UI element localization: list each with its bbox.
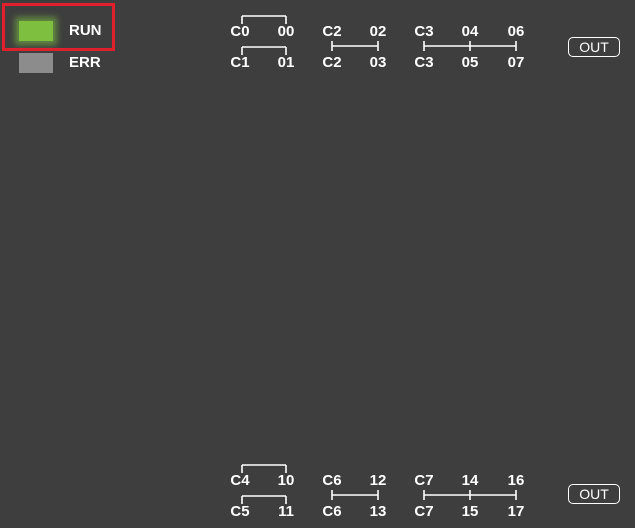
- terminal-label: C6: [322, 472, 342, 489]
- terminal-label: C7: [414, 503, 434, 520]
- terminal-label: C2: [322, 23, 342, 40]
- terminal-label: 02: [369, 23, 387, 40]
- terminal-label: C4: [230, 472, 250, 489]
- terminal-bracket-lines: [241, 15, 517, 504]
- top-out-button[interactable]: OUT: [568, 37, 620, 57]
- terminal-label: C3: [414, 54, 434, 71]
- terminal-label: C3: [414, 23, 434, 40]
- terminal-label: 11: [278, 503, 294, 520]
- terminal-label: 13: [369, 503, 387, 520]
- terminal-label: 06: [507, 23, 525, 40]
- terminal-label: C0: [230, 23, 250, 40]
- terminal-label: C7: [414, 472, 434, 489]
- terminal-label: 04: [461, 23, 479, 40]
- terminal-label: C1: [230, 54, 250, 71]
- terminal-label: 07: [507, 54, 525, 71]
- terminal-label: C5: [230, 503, 250, 520]
- terminal-label: 14: [461, 472, 479, 489]
- terminal-label: 03: [369, 54, 387, 71]
- terminal-label: 15: [461, 503, 479, 520]
- terminal-label: C6: [322, 503, 342, 520]
- bottom-out-button[interactable]: OUT: [568, 484, 620, 504]
- terminal-label: 12: [369, 472, 387, 489]
- terminal-label: 01: [277, 54, 295, 71]
- terminal-label: 17: [507, 503, 525, 520]
- terminal-label: C2: [322, 54, 342, 71]
- terminal-label: 10: [277, 472, 295, 489]
- terminal-label: 00: [277, 23, 295, 40]
- terminal-label: 05: [461, 54, 479, 71]
- terminal-label: 16: [507, 472, 525, 489]
